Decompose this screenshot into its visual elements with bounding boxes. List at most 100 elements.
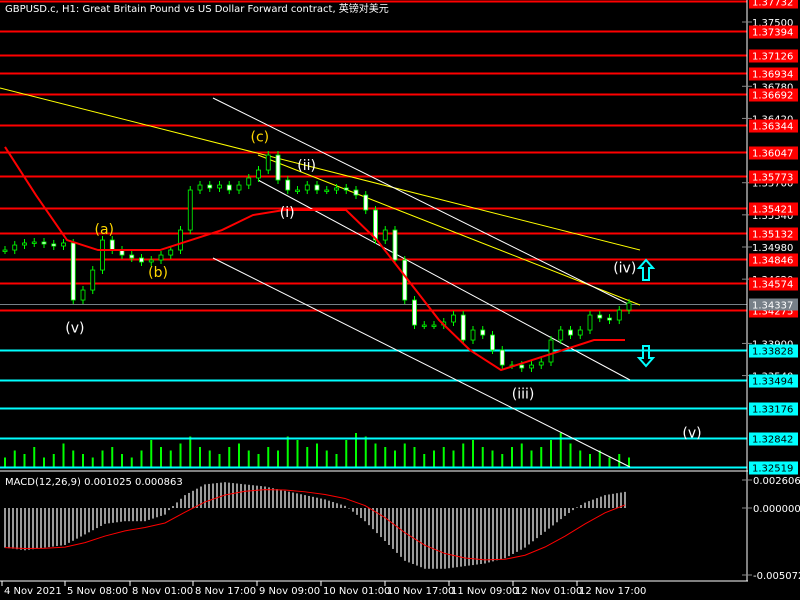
- candle-body: [499, 349, 505, 366]
- resistance-level-price: 1.34574: [752, 280, 793, 291]
- candle-body: [51, 243, 57, 247]
- wave-label: (ii): [297, 158, 316, 174]
- candle-body: [558, 329, 564, 341]
- volume-bar: [316, 443, 318, 468]
- candle-body: [31, 241, 37, 244]
- candle-body: [70, 242, 76, 301]
- volume-bar: [208, 450, 211, 468]
- volume-bar: [150, 440, 153, 468]
- candle-body: [382, 229, 388, 241]
- support-level-price: 1.32519: [752, 464, 793, 475]
- candle-body: [568, 329, 573, 336]
- macd-label: MACD(12,26,9) 0.001025 0.000863: [5, 477, 183, 488]
- wave-label: (v): [682, 426, 701, 442]
- volume-bar: [550, 440, 552, 468]
- candle-body: [158, 254, 164, 261]
- volume-bar: [481, 447, 484, 468]
- wave-label: (b): [148, 265, 168, 281]
- resistance-level-price: 1.35421: [752, 205, 793, 216]
- resistance-level-price: 1.35773: [752, 173, 793, 184]
- candle-body: [451, 314, 456, 323]
- candle-body: [207, 184, 213, 189]
- volume-bar: [511, 447, 513, 468]
- candle-body: [314, 184, 320, 191]
- chart-background: [0, 0, 800, 600]
- time-tick-label: 9 Nov 09:00: [259, 586, 320, 597]
- candle-body: [587, 314, 593, 331]
- volume-bar: [33, 447, 36, 468]
- candle-body: [460, 314, 466, 341]
- candle-body: [12, 244, 18, 251]
- macd-tick-label: 0.002606: [753, 476, 800, 487]
- candle-body: [616, 309, 622, 321]
- volume-bar: [169, 450, 172, 468]
- volume-bar: [179, 443, 182, 468]
- volume-bar: [423, 454, 426, 468]
- candle-body: [334, 187, 339, 191]
- volume-bar: [335, 454, 338, 468]
- candle-body: [431, 324, 437, 327]
- candle-body: [577, 329, 583, 336]
- candle-body: [490, 334, 495, 351]
- volume-bar: [598, 450, 601, 468]
- time-tick-label: 10 Nov 01:00: [323, 586, 390, 597]
- volume-bar: [4, 457, 6, 468]
- volume-bar: [111, 447, 114, 468]
- candle-body: [22, 242, 27, 246]
- time-tick-label: 8 Nov 17:00: [195, 586, 256, 597]
- price-chart[interactable]: (v) (a) (b) (c) (i) (ii) (iii) (iv) (v) GBPUSD.c…: [0, 0, 800, 600]
- resistance-level-price: 1.36344: [752, 122, 793, 133]
- volume-bar: [608, 457, 611, 468]
- wave-label: (v): [65, 320, 84, 336]
- volume-bar: [413, 447, 416, 468]
- candle-body: [519, 364, 525, 369]
- volume-bar: [277, 450, 279, 468]
- support-level-price: 1.33494: [752, 377, 793, 388]
- support-level-price: 1.33176: [752, 405, 793, 416]
- volume-bar: [472, 440, 474, 468]
- candle-body: [470, 329, 476, 341]
- volume-bar: [218, 454, 221, 468]
- resistance-level-price: 1.36934: [752, 70, 793, 81]
- candle-body: [178, 229, 183, 251]
- time-tick-label: 12 Nov 01:00: [515, 586, 582, 597]
- volume-bar: [491, 450, 494, 468]
- volume-bar: [140, 450, 143, 468]
- candle-body: [80, 289, 86, 301]
- candle-body: [529, 364, 534, 369]
- candle-body: [548, 339, 554, 363]
- support-level-price: 1.32842: [752, 435, 793, 446]
- time-tick-label: 11 Nov 09:00: [451, 586, 518, 597]
- volume-bar: [296, 440, 299, 468]
- volume-bar: [130, 457, 133, 468]
- volume-bar: [286, 436, 289, 468]
- candle-body: [100, 239, 105, 271]
- wave-label: (a): [95, 222, 115, 238]
- volume-bar: [579, 450, 582, 468]
- candle-body: [275, 154, 281, 181]
- candle-body: [139, 257, 144, 263]
- current-price-label: 1.34337: [752, 301, 793, 312]
- candle-body: [392, 229, 398, 261]
- candle-body: [168, 249, 174, 256]
- volume-bar: [91, 457, 94, 468]
- time-tick-label: 4 Nov 2021: [4, 586, 62, 597]
- candle-body: [246, 177, 252, 186]
- candle-body: [324, 189, 330, 192]
- time-tick-label: 8 Nov 01:00: [132, 586, 193, 597]
- volume-bar: [23, 454, 26, 468]
- volume-bar: [462, 443, 465, 468]
- macd-tick-label: 0.000000: [753, 504, 800, 515]
- candle-body: [353, 189, 359, 196]
- volume-bar: [72, 450, 75, 468]
- candle-body: [402, 259, 408, 301]
- volume-bar: [501, 454, 504, 468]
- volume-bar: [325, 450, 328, 468]
- volume-bar: [433, 450, 435, 468]
- resistance-level-price: 1.34846: [752, 256, 793, 267]
- candle-body: [61, 242, 66, 247]
- volume-bar: [452, 450, 455, 468]
- volume-bar: [569, 443, 572, 468]
- volume-bar: [403, 443, 406, 468]
- time-tick-label: 10 Nov 17:00: [387, 586, 454, 597]
